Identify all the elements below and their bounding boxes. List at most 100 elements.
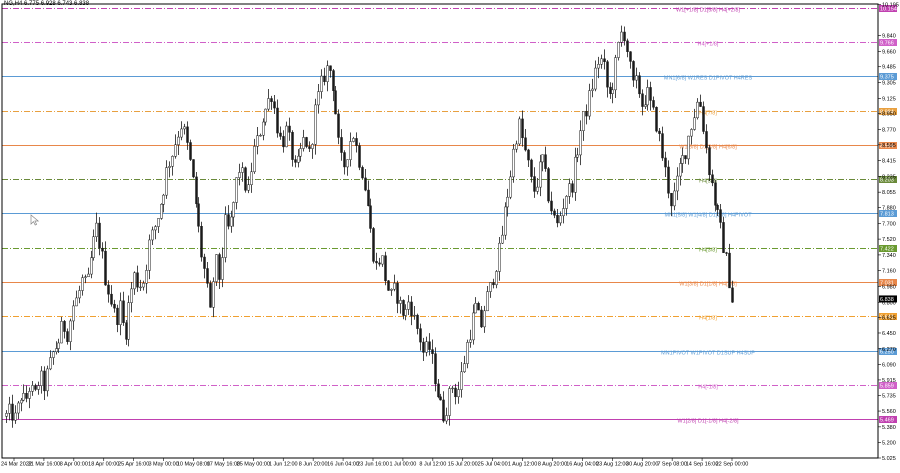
candle-body: [291, 132, 294, 160]
candle-body: [320, 75, 323, 92]
candle-body: [539, 161, 542, 188]
candle-body: [396, 282, 399, 304]
ohlc-values: 6.775 6.928 6.743 6.838: [24, 1, 90, 7]
candle-body: [241, 167, 244, 173]
y-tick-label: 5.560: [882, 409, 896, 415]
candle-body: [407, 301, 410, 310]
candle-body: [346, 159, 349, 168]
candle-body: [20, 399, 23, 404]
candle-body: [361, 167, 364, 179]
candle-body: [611, 89, 614, 94]
candle-body: [576, 154, 579, 158]
x-tick-label: 8 Apr 00:00: [60, 462, 88, 468]
candle-body: [299, 148, 302, 157]
candle-body: [568, 183, 571, 197]
candle-body: [565, 196, 568, 209]
candle-body: [37, 385, 40, 390]
level-label: H4[3/8]: [699, 248, 717, 254]
candle-body: [623, 31, 626, 42]
x-tick-label: 1 Jun 12:00: [269, 462, 298, 468]
candle-body: [340, 137, 343, 153]
candle-body: [192, 159, 195, 178]
candle-body: [603, 58, 606, 62]
candle-body: [95, 222, 98, 237]
candle-body: [439, 396, 442, 401]
candle-body: [224, 214, 227, 258]
candle-body: [14, 412, 17, 421]
candle-body: [413, 314, 416, 317]
candle-body: [145, 270, 148, 284]
candle-body: [404, 309, 407, 316]
candle-body: [378, 262, 381, 265]
candle-body: [349, 141, 352, 160]
candle-body: [571, 183, 574, 193]
candle-body: [230, 216, 233, 227]
candle-body: [122, 300, 125, 323]
candle-body: [448, 388, 451, 416]
candle-body: [541, 154, 544, 163]
candle-body: [247, 184, 250, 191]
candle-body: [52, 351, 55, 358]
candle-body: [369, 205, 372, 229]
candle-body: [148, 239, 151, 271]
candle-body: [402, 300, 405, 316]
candle-body: [75, 297, 78, 307]
candle-body: [486, 291, 489, 312]
candle-body: [562, 208, 565, 217]
candle-body: [334, 90, 337, 115]
candle-body: [597, 64, 600, 69]
candle-body: [556, 214, 559, 224]
y-tick-label: 8.415: [882, 159, 896, 165]
candle-body: [716, 204, 719, 210]
candle-body: [127, 302, 130, 340]
candle-body: [547, 168, 550, 202]
candle-body: [31, 385, 34, 392]
candle-body: [323, 75, 326, 82]
candle-body: [372, 228, 375, 262]
candle-body: [399, 300, 402, 304]
candle-body: [154, 226, 157, 231]
candle-body: [227, 214, 230, 227]
candle-body: [722, 222, 725, 253]
x-tick-label: 23 Jun 16:00: [357, 462, 389, 468]
x-tick-label: 7 Sep 08:00: [657, 462, 687, 468]
y-tick-label: 7.340: [882, 253, 896, 259]
y-tick-label: 9.485: [882, 65, 896, 71]
candle-body: [267, 98, 270, 110]
x-tick-label: 18 Apr 00:00: [88, 462, 119, 468]
x-tick-label: 8 Jun 20:00: [299, 462, 328, 468]
candle-body: [343, 152, 346, 168]
candle-body: [232, 202, 235, 218]
y-tick-label: 8.235: [882, 174, 896, 180]
candle-body: [28, 391, 31, 399]
candle-body: [728, 252, 731, 289]
level-label: MN1PIVOT W1PIVOT D1SUP H4SUP: [661, 351, 755, 357]
level-price-label: 5.859: [880, 384, 894, 390]
candle-body: [113, 303, 116, 309]
candle-body: [585, 111, 588, 117]
candle-body: [702, 106, 705, 132]
candle-body: [57, 342, 60, 349]
candle-body: [708, 147, 711, 176]
candle-body: [110, 293, 113, 305]
candle-body: [221, 257, 224, 280]
candle-body: [259, 134, 262, 137]
candle-body: [329, 65, 332, 71]
level-label: H4[7/8]: [699, 111, 717, 117]
x-tick-label: 17 May 16:00: [207, 462, 240, 468]
y-tick-label: 6.090: [882, 363, 896, 369]
candle-body: [518, 118, 521, 145]
candle-body: [92, 236, 95, 258]
candle-body: [684, 155, 687, 160]
candle-body: [314, 104, 317, 145]
candle-body: [203, 256, 206, 269]
candle-body: [609, 86, 612, 94]
candle-body: [387, 280, 390, 291]
candle-body: [641, 93, 644, 107]
candle-body: [177, 136, 180, 145]
candle-body: [670, 192, 673, 207]
candle-body: [495, 271, 498, 286]
candle-body: [168, 166, 171, 168]
candle-body: [49, 357, 52, 370]
y-tick-label: 9.660: [882, 49, 896, 55]
